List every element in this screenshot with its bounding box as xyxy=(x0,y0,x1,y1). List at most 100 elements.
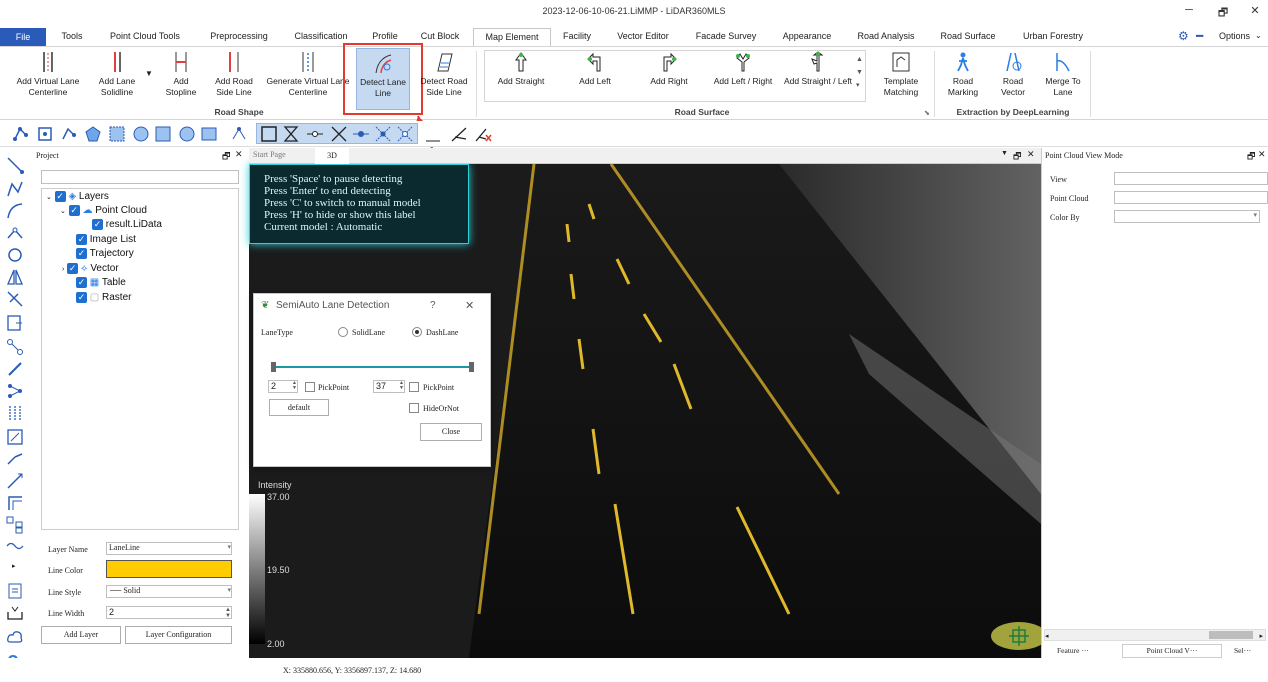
checkbox-icon[interactable]: ✓ xyxy=(76,292,87,303)
detect-road-side-line-button[interactable]: Detect Road Side Line xyxy=(416,51,472,105)
pin-icon[interactable]: 🗗 xyxy=(1247,149,1255,165)
box-edit-icon[interactable] xyxy=(6,314,24,332)
pentagon-icon[interactable] xyxy=(84,125,102,143)
color-by-select[interactable]: ▾ xyxy=(1114,210,1260,223)
wave-icon[interactable] xyxy=(6,540,24,552)
chevron-down-icon[interactable]: ▾ xyxy=(227,543,231,551)
gallery-scroll-icon[interactable]: ▲ ▼ ▾ xyxy=(856,53,863,92)
spinner-arrows-icon[interactable]: ▲ ▼ xyxy=(399,381,404,391)
tab-vector-editor[interactable]: Vector Editor xyxy=(608,28,678,46)
tab-facility[interactable]: Facility xyxy=(556,28,598,46)
tab-preprocessing[interactable]: Preprocessing xyxy=(200,28,278,46)
layer-name-field[interactable]: LaneLine ▾ xyxy=(106,542,232,555)
line-color-swatch[interactable] xyxy=(106,560,232,578)
tree-struct-icon[interactable] xyxy=(6,516,24,534)
tab-map-element[interactable]: Map Element xyxy=(473,28,551,46)
tab-file[interactable]: File xyxy=(0,28,46,46)
node-edit-icon[interactable] xyxy=(12,125,30,143)
clipboard-icon[interactable] xyxy=(6,582,24,600)
angle-icon[interactable] xyxy=(450,125,468,143)
cloud-icon[interactable] xyxy=(6,628,24,646)
road-vector-button[interactable]: Road Vector xyxy=(990,51,1036,105)
circle-draw-icon[interactable] xyxy=(6,246,24,264)
checkbox-icon[interactable]: ✓ xyxy=(67,263,79,274)
tab-road-analysis[interactable]: Road Analysis xyxy=(850,28,922,46)
tree-trajectory[interactable]: ✓ Trajectory xyxy=(76,248,134,259)
scroll-left-icon[interactable]: ◂ xyxy=(1045,632,1049,640)
add-left-button[interactable]: Add Left xyxy=(562,51,628,105)
chevron-right-icon[interactable]: › xyxy=(62,266,64,273)
tab-point-cloud-view[interactable]: Point Cloud V··· xyxy=(1122,644,1222,658)
line-style-select[interactable]: ── Solid ▾ xyxy=(106,585,232,598)
split-icon[interactable] xyxy=(6,290,24,308)
range-slider-right-handle[interactable] xyxy=(469,362,474,372)
hourglass-icon[interactable] xyxy=(282,125,300,143)
topology-icon[interactable] xyxy=(230,125,248,143)
template-matching-button[interactable]: Template Matching xyxy=(874,51,928,105)
dashlane-radio[interactable] xyxy=(412,327,422,337)
crop-icon[interactable] xyxy=(6,428,24,446)
chevron-down-icon[interactable]: ⌄ xyxy=(1255,31,1262,40)
mirror-icon[interactable] xyxy=(6,268,24,286)
solidlane-radio[interactable] xyxy=(338,327,348,337)
view-field[interactable] xyxy=(1114,172,1268,185)
tab-road-surface[interactable]: Road Surface xyxy=(932,28,1004,46)
spinner-arrows-icon[interactable]: ▲ ▼ xyxy=(225,607,231,619)
underline-icon[interactable] xyxy=(424,125,442,143)
options-menu[interactable]: Options xyxy=(1219,31,1250,41)
add-virtual-lane-centerline-button[interactable]: Add Virtual Lane Centerline xyxy=(6,51,90,105)
tab-sel[interactable]: Sel··· xyxy=(1234,646,1251,655)
snap-icon[interactable] xyxy=(374,125,392,143)
restore-view-icon[interactable]: 🗗 xyxy=(1013,149,1021,165)
add-right-button[interactable]: Add Right xyxy=(636,51,702,105)
checkbox-icon[interactable]: ✓ xyxy=(76,234,87,245)
tree-vector[interactable]: › ✓ ⟡ Vector xyxy=(62,263,119,274)
right-value-spinner[interactable]: 37 ▲ ▼ xyxy=(373,380,405,393)
arc-icon[interactable] xyxy=(6,202,24,220)
cross-icon[interactable] xyxy=(330,125,348,143)
add-road-side-line-button[interactable]: Add Road Side Line xyxy=(208,51,260,105)
tab-urban-forestry[interactable]: Urban Forestry xyxy=(1014,28,1092,46)
merge-to-lane-button[interactable]: Merge To Lane xyxy=(1038,51,1088,105)
tab-3d[interactable]: 3D xyxy=(315,148,349,164)
rect-icon[interactable] xyxy=(200,125,218,143)
tab-appearance[interactable]: Appearance xyxy=(774,28,840,46)
node-cross-icon[interactable] xyxy=(352,125,370,143)
range-slider-left-handle[interactable] xyxy=(271,362,276,372)
inbox-icon[interactable] xyxy=(6,604,24,622)
corner-icon[interactable] xyxy=(6,494,24,512)
dropdown-arrow-icon[interactable]: ▼ xyxy=(1001,150,1008,157)
minimize-button[interactable]: ─ xyxy=(1180,4,1198,16)
checkbox-icon[interactable]: ✓ xyxy=(92,219,103,230)
tree-lidata[interactable]: ✓ result.LiData xyxy=(92,219,162,230)
settings-gear-icon[interactable]: ⚙ xyxy=(1178,29,1189,43)
checkbox-icon[interactable]: ✓ xyxy=(54,191,66,202)
checkbox-icon[interactable]: ✓ xyxy=(76,277,87,288)
close-button[interactable]: Close xyxy=(420,423,482,441)
angle-delete-icon[interactable] xyxy=(474,125,492,143)
tree-table[interactable]: ✓ ▦ Table xyxy=(76,277,126,288)
add-lane-solidline-button[interactable]: Add Lane Solidline xyxy=(92,51,142,105)
range-slider-track[interactable] xyxy=(274,366,472,368)
help-button[interactable]: ? xyxy=(430,300,436,311)
road-marking-button[interactable]: Road Marking xyxy=(940,51,986,105)
spinner-arrows-icon[interactable]: ▲ ▼ xyxy=(292,381,297,391)
tab-facade-survey[interactable]: Facade Survey xyxy=(690,28,762,46)
add-left-right-button[interactable]: Add Left / Right xyxy=(710,51,776,105)
close-view-icon[interactable]: ✕ xyxy=(1027,149,1035,160)
horizontal-scrollbar[interactable]: ◂ ▸ xyxy=(1044,629,1266,641)
network-icon[interactable] xyxy=(6,382,24,400)
parallel-lines-icon[interactable] xyxy=(6,404,24,422)
minimize-ribbon-icon[interactable]: ━ xyxy=(1196,29,1203,43)
brush-icon[interactable] xyxy=(6,360,24,378)
close-panel-icon[interactable]: ✕ xyxy=(235,149,243,160)
left-value-spinner[interactable]: 2 ▲ ▼ xyxy=(268,380,298,393)
point-cloud-field[interactable] xyxy=(1114,191,1268,204)
add-stopline-button[interactable]: Add Stopline xyxy=(158,51,204,105)
close-button[interactable]: ✕ xyxy=(1246,4,1264,17)
pickpoint-checkbox-2[interactable] xyxy=(409,382,419,392)
circle-icon[interactable] xyxy=(132,125,150,143)
tree-raster[interactable]: ✓ ▢ Raster xyxy=(76,292,131,303)
add-layer-button[interactable]: Add Layer xyxy=(41,626,121,644)
checkbox-icon[interactable]: ✓ xyxy=(68,205,80,216)
